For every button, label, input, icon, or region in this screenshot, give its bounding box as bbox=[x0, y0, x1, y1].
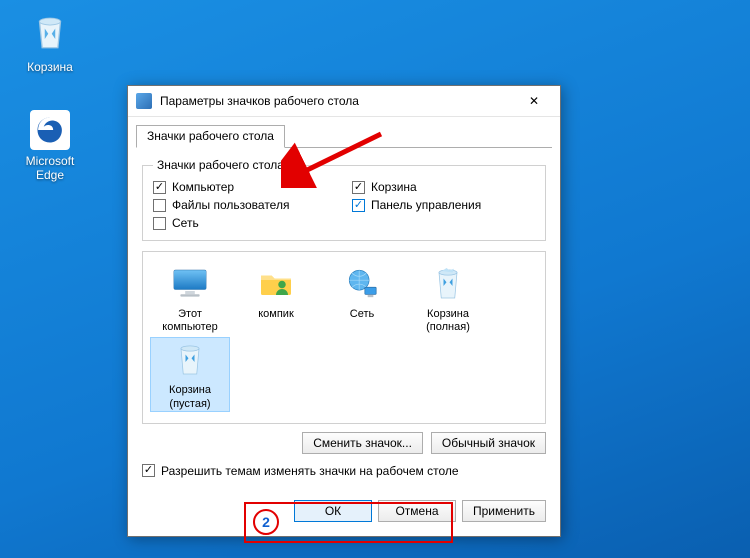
edge-icon bbox=[30, 110, 70, 150]
icon-item-label: Сеть bbox=[323, 308, 401, 321]
desktop-icon-recycle-bin[interactable]: Корзина bbox=[12, 8, 88, 74]
checkbox-network[interactable]: Сеть bbox=[153, 216, 336, 230]
close-button[interactable]: ✕ bbox=[514, 87, 554, 115]
desktop-icon-edge[interactable]: Microsoft Edge bbox=[12, 110, 88, 182]
change-icon-button[interactable]: Сменить значок... bbox=[302, 432, 423, 454]
icon-item-this-pc[interactable]: Этот компьютер bbox=[151, 262, 229, 334]
icon-item-recycle-full[interactable]: Корзина (полная) bbox=[409, 262, 487, 334]
folder-user-icon bbox=[255, 262, 297, 304]
cancel-button[interactable]: Отмена bbox=[378, 500, 456, 522]
checkbox-user-files[interactable]: Файлы пользователя bbox=[153, 198, 336, 212]
checkbox-label: Разрешить темам изменять значки на рабоч… bbox=[161, 464, 459, 478]
dialog-icon bbox=[136, 93, 152, 109]
recycle-bin-icon bbox=[26, 8, 74, 56]
checkbox-recycle-bin[interactable]: Корзина bbox=[352, 180, 535, 194]
checkbox-label: Файлы пользователя bbox=[172, 198, 289, 212]
recycle-bin-full-icon bbox=[427, 262, 469, 304]
titlebar[interactable]: Параметры значков рабочего стола ✕ bbox=[128, 86, 560, 117]
recycle-bin-empty-icon bbox=[169, 338, 211, 380]
checkbox-allow-themes[interactable]: Разрешить темам изменять значки на рабоч… bbox=[142, 464, 546, 478]
checkbox-icon bbox=[142, 464, 155, 477]
group-legend: Значки рабочего стола bbox=[153, 158, 288, 172]
desktop-icon-label: Microsoft Edge bbox=[12, 154, 88, 182]
icon-item-kompik[interactable]: компик bbox=[237, 262, 315, 334]
dialog-footer: ОК Отмена Применить bbox=[128, 490, 560, 536]
desktop-icon-label: Корзина bbox=[12, 60, 88, 74]
icon-preview-box: Этот компьютер компик Сеть bbox=[142, 251, 546, 424]
monitor-icon bbox=[169, 262, 211, 304]
checkbox-control-panel[interactable]: Панель управления bbox=[352, 198, 535, 212]
checkbox-icon bbox=[153, 181, 166, 194]
checkbox-icon bbox=[153, 217, 166, 230]
ok-button[interactable]: ОК bbox=[294, 500, 372, 522]
checkbox-icon bbox=[153, 199, 166, 212]
icon-item-label: Корзина (пустая) bbox=[151, 384, 229, 410]
checkbox-label: Сеть bbox=[172, 216, 199, 230]
icon-item-label: Этот компьютер bbox=[151, 308, 229, 334]
checkbox-label: Корзина bbox=[371, 180, 417, 194]
tab-desktop-icons[interactable]: Значки рабочего стола bbox=[136, 125, 285, 148]
checkbox-icon bbox=[352, 181, 365, 194]
icon-item-label: Корзина (полная) bbox=[409, 308, 487, 334]
icon-item-label: компик bbox=[237, 308, 315, 321]
tab-strip: Значки рабочего стола bbox=[128, 117, 560, 147]
dialog-body: Значки рабочего стола Компьютер Корзина … bbox=[128, 148, 560, 490]
globe-icon bbox=[341, 262, 383, 304]
checkbox-label: Панель управления bbox=[371, 198, 481, 212]
apply-button[interactable]: Применить bbox=[462, 500, 546, 522]
checkbox-label: Компьютер bbox=[172, 180, 234, 194]
dialog-desktop-icon-settings: Параметры значков рабочего стола ✕ Значк… bbox=[127, 85, 561, 537]
checkbox-computer[interactable]: Компьютер bbox=[153, 180, 336, 194]
checkbox-icon bbox=[352, 199, 365, 212]
close-icon: ✕ bbox=[529, 94, 539, 108]
dialog-title: Параметры значков рабочего стола bbox=[160, 94, 514, 108]
icon-item-recycle-empty[interactable]: Корзина (пустая) bbox=[151, 338, 229, 410]
icon-item-network[interactable]: Сеть bbox=[323, 262, 401, 334]
group-desktop-icons: Значки рабочего стола Компьютер Корзина … bbox=[142, 158, 546, 241]
default-icon-button[interactable]: Обычный значок bbox=[431, 432, 546, 454]
desktop: Корзина Microsoft Edge Параметры значков… bbox=[0, 0, 750, 558]
